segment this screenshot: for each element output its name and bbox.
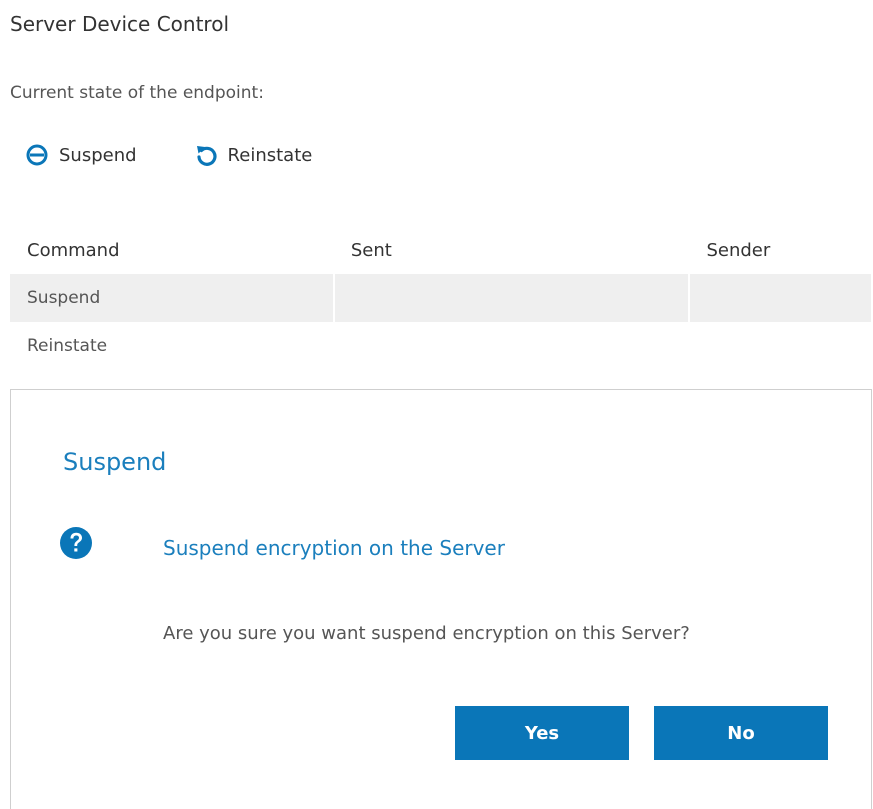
column-header-command[interactable]: Command <box>10 226 334 274</box>
reinstate-action-label: Reinstate <box>227 144 313 166</box>
cell-command: Suspend <box>10 274 335 322</box>
yes-button[interactable]: Yes <box>455 706 629 760</box>
action-bar: Suspend Reinstate <box>26 138 312 172</box>
server-device-control-page: Server Device Control Current state of t… <box>0 0 873 809</box>
table-header-row: Command Sent Sender <box>10 226 872 274</box>
cell-sender <box>689 322 872 370</box>
dialog-title: Suspend <box>63 448 167 476</box>
no-button[interactable]: No <box>654 706 828 760</box>
cell-sent <box>333 274 691 322</box>
endpoint-state-label: Current state of the endpoint: <box>10 83 264 103</box>
suspend-action-label: Suspend <box>59 144 137 166</box>
minus-circle-icon <box>26 144 48 166</box>
reinstate-action[interactable]: Reinstate <box>195 144 313 166</box>
table-row[interactable]: Suspend <box>10 274 873 322</box>
dialog-heading: Suspend encryption on the Server <box>163 536 505 560</box>
table-row[interactable]: Reinstate <box>10 322 872 370</box>
suspend-action[interactable]: Suspend <box>26 144 137 166</box>
undo-arrow-icon <box>196 146 217 166</box>
cell-sender <box>689 274 873 322</box>
column-header-sent[interactable]: Sent <box>334 226 690 274</box>
question-circle-icon <box>60 527 92 559</box>
cell-command: Reinstate <box>27 336 108 356</box>
command-table: Command Sent Sender Suspend Reinstate <box>10 226 873 370</box>
page-title: Server Device Control <box>10 12 229 36</box>
suspend-dialog: Suspend Suspend encryption on the Server… <box>10 389 872 809</box>
cell-sent <box>334 322 690 370</box>
dialog-message: Are you sure you want suspend encryption… <box>163 623 690 644</box>
column-header-sender[interactable]: Sender <box>689 226 872 274</box>
